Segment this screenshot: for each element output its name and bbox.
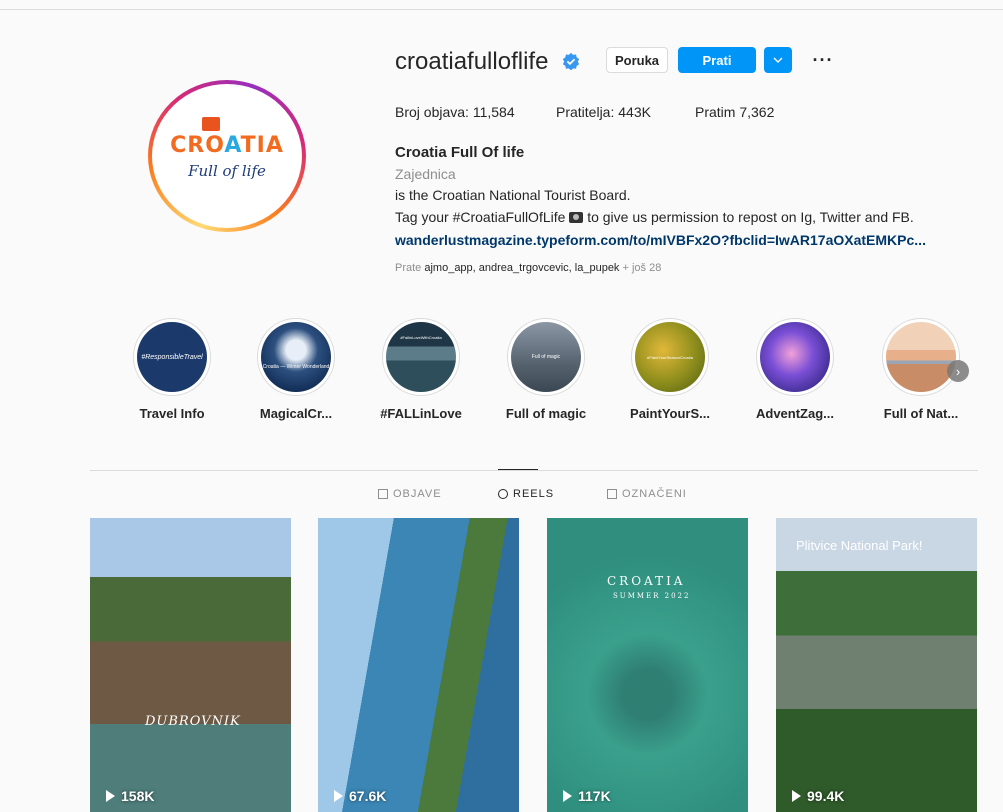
reel-views: 158K [106, 788, 154, 804]
highlight-label: Travel Info [139, 406, 205, 421]
logo-wordmark: CROATIA [170, 116, 284, 158]
highlight-fallinlove[interactable]: #FallinLoveWithCroatia #FALLinLove [366, 318, 476, 421]
bio-link[interactable]: wanderlustmagazine.typeform.com/to/mIVBF… [395, 232, 926, 248]
highlight-cover [760, 322, 830, 392]
highlight-paintyourseason[interactable]: #PaintYourSeasonCroatia PaintYourS... [615, 318, 725, 421]
posts-count: Broj objava: 11,584 [395, 104, 515, 120]
play-icon [106, 790, 115, 802]
play-icon [334, 790, 343, 802]
followed-by-names: ajmo_app, andrea_trgovcevic, la_pupek [424, 262, 620, 274]
highlight-cover-text: #PaintYourSeasonCroatia [647, 354, 693, 360]
play-icon [792, 790, 801, 802]
highlight-cover-ring: #PaintYourSeasonCroatia [631, 318, 709, 396]
highlight-label: #FALLinLove [380, 406, 462, 421]
highlight-cover-text: #ResponsibleTravel [141, 353, 203, 361]
reel-tile[interactable]: Plitvice National Park! 99.4K [776, 518, 977, 812]
highlight-magicalcroatia[interactable]: Croatia — Winter Wonderland MagicalCr... [241, 318, 351, 421]
tab-active-indicator [498, 469, 538, 470]
tab-posts[interactable]: OBJAVE [378, 488, 442, 500]
logo-text-part1: CRO [170, 132, 225, 158]
profile-avatar[interactable]: CROATIA Full of life [148, 80, 306, 232]
highlight-cover: #FallinLoveWithCroatia [386, 322, 456, 392]
highlight-label: MagicalCr... [259, 406, 333, 421]
reel-views: 67.6K [334, 788, 386, 804]
bio-line-2: Tag your #CroatiaFullOfLife to give us p… [395, 209, 914, 225]
highlight-adventzagreb[interactable]: AdventZag... [740, 318, 850, 421]
highlight-cover-text: Full of magic [531, 354, 561, 360]
tab-posts-label: OBJAVE [393, 488, 442, 500]
highlight-full-of-magic[interactable]: Full of magic Full of magic [491, 318, 601, 421]
highlight-travel-info[interactable]: #ResponsibleTravel Travel Info [117, 318, 227, 421]
bio-line-2-start: Tag your #CroatiaFullOfLife [395, 209, 566, 225]
followed-by-more: + još 28 [622, 262, 662, 274]
reel-views: 99.4K [792, 788, 844, 804]
highlight-cover-ring: Full of magic [507, 318, 585, 396]
follow-button[interactable]: Prati [678, 47, 756, 73]
reels-icon [498, 489, 508, 499]
followers-count[interactable]: Pratitelja: 443K [556, 104, 651, 120]
logo-tagline: Full of life [188, 161, 266, 180]
more-options-button[interactable]: ··· [808, 47, 838, 73]
tab-reels[interactable]: REELS [498, 488, 554, 500]
reel-view-count: 117K [578, 788, 611, 804]
highlight-label: Full of Nat... [883, 406, 959, 421]
profile-full-name: Croatia Full Of life [395, 144, 525, 161]
reel-caption: CROATIA [607, 574, 686, 588]
highlight-label: PaintYourS... [630, 406, 710, 421]
highlight-cover-ring: Croatia — Winter Wonderland [257, 318, 335, 396]
highlight-cover [886, 322, 956, 392]
logo-text-part2: A [224, 132, 241, 158]
tab-tagged-label: OZNAČENI [622, 488, 687, 500]
highlight-cover-ring [882, 318, 960, 396]
highlight-cover-ring [756, 318, 834, 396]
logo-text-part3: TIA [240, 132, 284, 158]
highlight-label: Full of magic [505, 406, 587, 421]
reel-view-count: 67.6K [349, 788, 387, 804]
reel-view-count: 158K [121, 788, 155, 804]
highlight-cover-text: #FallinLoveWithCroatia [400, 334, 442, 340]
reel-tile[interactable]: 67.6K [318, 518, 519, 812]
highlight-label: AdventZag... [755, 406, 834, 421]
profile-category: Zajednica [395, 166, 456, 182]
reel-views: 117K [563, 788, 611, 804]
reel-caption-sub: SUMMER 2022 [613, 592, 691, 600]
verified-badge-icon [562, 52, 580, 70]
followed-by-prefix: Prate [395, 262, 422, 274]
logo-square [202, 116, 221, 131]
tab-reels-label: REELS [513, 488, 555, 500]
grid-icon [378, 489, 388, 499]
highlight-cover-text: Croatia — Winter Wonderland [262, 364, 330, 370]
highlights-next-button[interactable]: › [947, 360, 969, 382]
reel-caption: Plitvice National Park! [796, 538, 923, 553]
reel-tile[interactable]: CROATIA SUMMER 2022 117K [547, 518, 748, 812]
avatar-logo: CROATIA Full of life [152, 84, 302, 228]
following-count[interactable]: Pratim 7,362 [695, 104, 774, 120]
reel-caption: DUBROVNIK [145, 714, 241, 729]
tagged-icon [607, 489, 617, 499]
tab-tagged[interactable]: OZNAČENI [607, 488, 687, 500]
profile-username: croatiafulloflife [395, 48, 549, 75]
top-divider [0, 9, 1003, 10]
highlight-cover: Full of magic [511, 322, 581, 392]
bio-line-2-end: to give us permission to repost on Ig, T… [587, 209, 914, 225]
highlight-cover: Croatia — Winter Wonderland [261, 322, 331, 392]
tabs-divider [90, 470, 978, 471]
suggested-dropdown-button[interactable] [764, 47, 792, 73]
chevron-down-icon [773, 57, 783, 63]
camera-icon [569, 212, 584, 223]
reel-view-count: 99.4K [807, 788, 845, 804]
highlight-cover: #PaintYourSeasonCroatia [635, 322, 705, 392]
highlight-cover-ring: #ResponsibleTravel [133, 318, 211, 396]
reel-tile[interactable]: DUBROVNIK 158K [90, 518, 291, 812]
followed-by[interactable]: Prate ajmo_app, andrea_trgovcevic, la_pu… [395, 262, 661, 274]
message-button[interactable]: Poruka [606, 47, 668, 73]
highlight-cover-ring: #FallinLoveWithCroatia [382, 318, 460, 396]
bio-line-1: is the Croatian National Tourist Board. [395, 187, 631, 203]
play-icon [563, 790, 572, 802]
highlight-cover: #ResponsibleTravel [137, 322, 207, 392]
